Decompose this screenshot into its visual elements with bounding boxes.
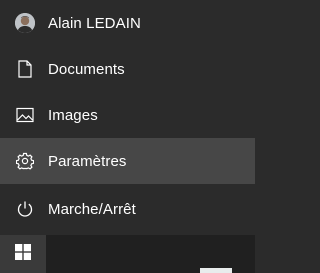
power-icon <box>14 198 36 220</box>
menu-item-marche-arret[interactable]: Marche/Arrêt <box>0 186 255 232</box>
menu-item-parametres[interactable]: Paramètres <box>0 138 255 184</box>
gear-icon <box>14 150 36 172</box>
user-avatar <box>14 12 36 34</box>
document-icon <box>14 58 36 80</box>
menu-item-documents[interactable]: Documents <box>0 46 255 92</box>
menu-item-label: Paramètres <box>48 152 127 170</box>
user-account-button[interactable]: Alain LEDAIN <box>0 0 255 46</box>
taskbar-app-indicator[interactable] <box>200 268 232 273</box>
windows-logo-icon <box>15 243 31 265</box>
menu-item-images[interactable]: Images <box>0 92 255 138</box>
menu-item-label: Documents <box>48 60 125 78</box>
start-button[interactable] <box>0 235 46 273</box>
start-menu-left-column: Alain LEDAIN Documents Images Paramètres… <box>0 0 255 235</box>
user-name: Alain LEDAIN <box>48 14 141 32</box>
avatar <box>15 13 35 33</box>
menu-item-label: Marche/Arrêt <box>48 200 136 218</box>
menu-item-label: Images <box>48 106 98 124</box>
image-icon <box>14 104 36 126</box>
